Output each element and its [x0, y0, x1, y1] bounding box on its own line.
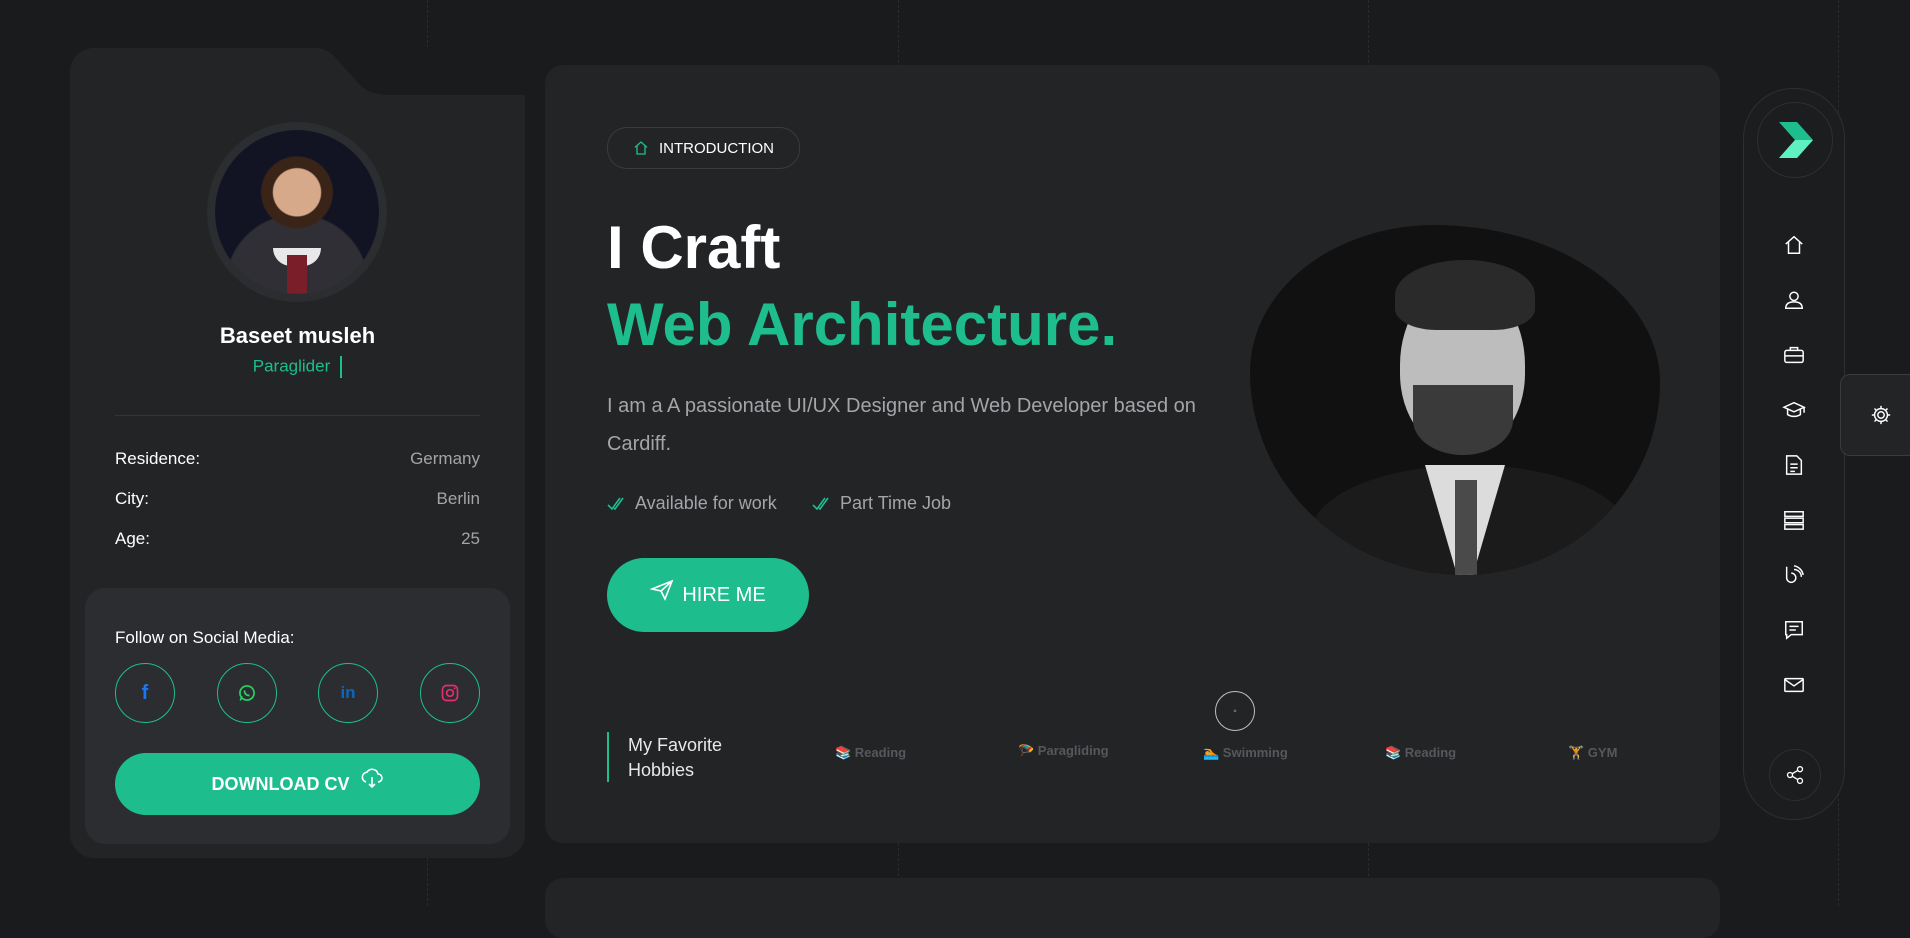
home-icon [1785, 235, 1803, 254]
nav-services[interactable] [1774, 335, 1814, 375]
nav-testimonials[interactable] [1774, 610, 1814, 650]
info-label: Age: [115, 529, 150, 548]
hobby-item: 🪂 Paragliding [1018, 743, 1109, 758]
hobbies-title-line1: My Favorite [628, 735, 723, 755]
chat-icon [1785, 621, 1803, 640]
social-box: Follow on Social Media: f in DOWNLOAD CV [85, 588, 510, 844]
check-label: Available for work [635, 493, 777, 513]
facebook-icon: f [141, 681, 149, 704]
scroll-indicator[interactable]: ◦ [1215, 691, 1255, 731]
instagram-icon [441, 684, 459, 702]
nav-resume[interactable] [1774, 445, 1814, 485]
social-title: Follow on Social Media: [115, 628, 295, 647]
share-icon [1786, 766, 1804, 784]
info-label: Residence: [115, 449, 201, 468]
home-icon [634, 141, 648, 155]
nav-about[interactable] [1774, 280, 1814, 320]
hobbies-title-line2: Hobbies [628, 760, 695, 780]
gear-icon [1871, 405, 1891, 425]
hobbies-title: My Favorite Hobbies [628, 733, 722, 783]
hero-description: I am a A passionate UI/UX Designer and W… [607, 395, 1196, 455]
typing-caret [340, 356, 343, 378]
user-icon [1785, 291, 1803, 309]
info-age: Age: 25 [115, 529, 480, 553]
info-value: 25 [461, 529, 480, 548]
graduation-cap-icon [1782, 401, 1806, 418]
portrait-image [1250, 225, 1660, 575]
badge-label: INTRODUCTION [659, 139, 774, 157]
briefcase-icon [1784, 346, 1804, 364]
info-value: Germany [410, 449, 480, 468]
nav-portfolio[interactable] [1774, 500, 1814, 540]
info-label: City: [115, 489, 149, 508]
nav-blog[interactable] [1774, 555, 1814, 595]
double-check-icon [607, 497, 624, 510]
info-city: City: Berlin [115, 489, 480, 513]
mail-icon [1784, 677, 1804, 693]
download-cv-label: DOWNLOAD CV [211, 773, 350, 794]
avatar [207, 122, 387, 302]
next-section-card [545, 878, 1720, 938]
info-residence: Residence: Germany [115, 449, 480, 473]
double-check-icon [812, 497, 829, 510]
hero-card: INTRODUCTION I Craft Web Architecture. I… [545, 65, 1720, 843]
share-button[interactable] [1769, 749, 1821, 801]
divider [115, 415, 480, 416]
logo-button[interactable] [1757, 102, 1833, 178]
whatsapp-icon [239, 685, 255, 701]
blog-icon [1785, 565, 1804, 584]
cloud-download-icon [361, 768, 383, 789]
side-navigation [1743, 88, 1845, 820]
hobby-item: 📚 Reading [1385, 745, 1457, 760]
profile-role: Paraglider [70, 356, 525, 378]
hire-me-label: HIRE ME [682, 583, 766, 606]
hobbies-accent-bar [607, 732, 609, 782]
check-part-time: Part Time Job [812, 493, 951, 514]
check-label: Part Time Job [840, 493, 952, 513]
avatar-photo [215, 130, 379, 294]
logo-chevron-icon [1779, 122, 1813, 158]
hobby-item: 📚 Reading [835, 745, 907, 760]
nav-home[interactable] [1774, 225, 1814, 265]
nav-contact[interactable] [1774, 665, 1814, 705]
server-icon [1784, 511, 1804, 530]
info-value: Berlin [436, 489, 480, 508]
hero-title: I Craft [607, 214, 781, 281]
linkedin-icon: in [340, 683, 356, 702]
download-cv-button[interactable]: DOWNLOAD CV [115, 753, 480, 815]
profile-content: Baseet musleh Paraglider Residence: Germ… [70, 48, 525, 858]
introduction-badge: INTRODUCTION [607, 127, 800, 169]
whatsapp-button[interactable] [217, 663, 277, 723]
nav-education[interactable] [1774, 390, 1814, 430]
facebook-button[interactable]: f [115, 663, 175, 723]
hobby-item: 🏋 GYM [1568, 745, 1618, 760]
document-icon [1785, 455, 1803, 475]
profile-name: Baseet musleh [219, 323, 376, 348]
hire-me-button[interactable]: HIRE ME [607, 558, 809, 632]
hero-subtitle: Web Architecture. [607, 291, 1118, 358]
scroll-dot-glyph: ◦ [1233, 705, 1237, 717]
paper-plane-icon [650, 579, 674, 601]
instagram-button[interactable] [420, 663, 480, 723]
check-available: Available for work [607, 493, 777, 514]
settings-tab[interactable] [1840, 374, 1910, 456]
linkedin-button[interactable]: in [318, 663, 378, 723]
hobby-item: 🏊 Swimming [1203, 745, 1288, 760]
role-text: Paraglider [252, 356, 331, 376]
